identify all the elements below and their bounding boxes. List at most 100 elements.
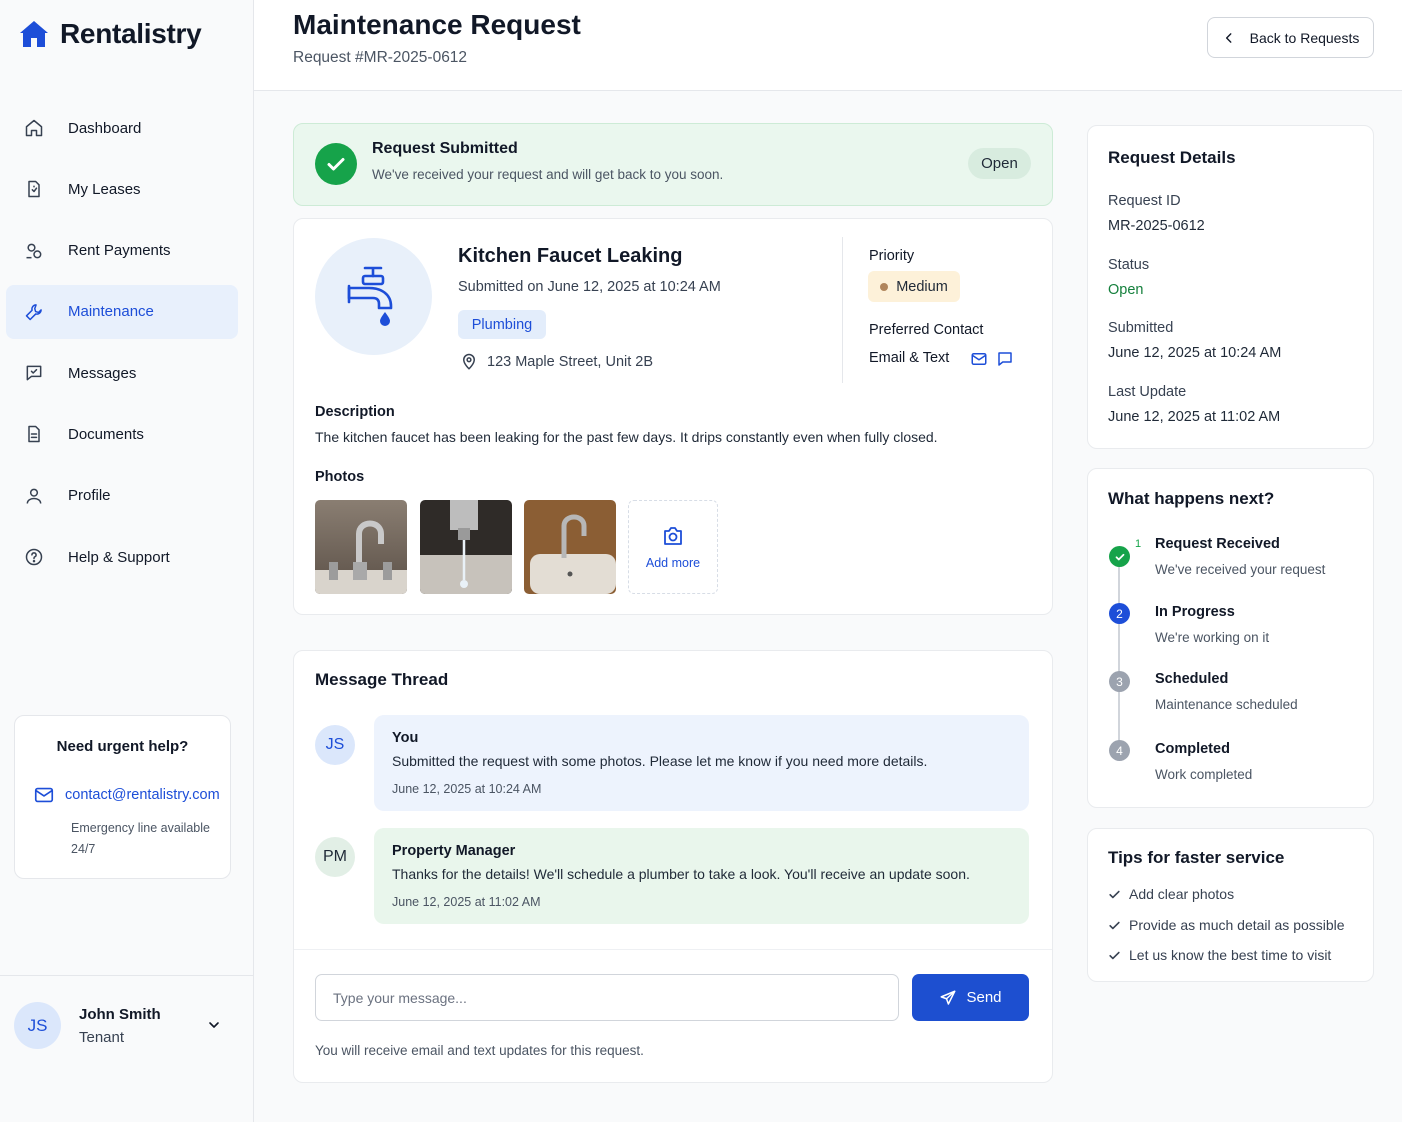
submitted-date: Submitted on June 12, 2025 at 10:24 AM (458, 279, 721, 295)
request-number: Request #MR-2025-0612 (293, 49, 468, 66)
step-title: Scheduled (1155, 671, 1229, 687)
faucet-icon (315, 238, 432, 355)
status-value: Open (1108, 282, 1144, 298)
lease-document-icon (28, 181, 40, 198)
address-row: 123 Maple Street, Unit 2B (460, 353, 653, 371)
photos-label: Photos (315, 469, 365, 485)
request-title: Kitchen Faucet Leaking (458, 245, 683, 267)
message-text: Thanks for the details! We'll schedule a… (392, 866, 970, 882)
message-input[interactable] (315, 974, 899, 1021)
detail-label: Request ID (1108, 193, 1181, 209)
camera-icon (664, 527, 682, 545)
tip-text: Add clear photos (1129, 886, 1235, 902)
help-email-row: contact@rentalistry.com (33, 784, 220, 806)
sidebar-item-label: Dashboard (68, 119, 142, 137)
add-more-photos-button[interactable]: Add more (628, 500, 718, 594)
tip-item: Let us know the best time to visit (1108, 947, 1331, 963)
step-number: 3 (1109, 671, 1130, 692)
sidebar-item-documents[interactable]: Documents (6, 407, 238, 461)
step-title: Completed (1155, 741, 1230, 757)
details-title: Request Details (1108, 148, 1236, 167)
sidebar-item-maintenance[interactable]: Maintenance (6, 284, 238, 339)
step-complete-check-icon (1109, 546, 1130, 567)
tip-item: Add clear photos (1108, 886, 1234, 902)
check-icon (1109, 890, 1120, 898)
sidebar-item-rent-payments[interactable]: Rent Payments (6, 224, 238, 278)
timeline-line (1118, 557, 1120, 753)
priority-label: Priority (869, 248, 915, 264)
contact-icons (970, 350, 1014, 368)
check-icon (1109, 951, 1120, 959)
document-icon (28, 426, 40, 443)
sidebar-item-dashboard[interactable]: Dashboard (6, 101, 238, 155)
payments-icon (26, 243, 42, 259)
brand-name: Rentalistry (60, 18, 202, 49)
priority-value: Medium (896, 278, 948, 295)
help-note: Emergency line available 24/7 (71, 821, 210, 856)
page-header: Maintenance Request Request #MR-2025-061… (254, 0, 1402, 91)
next-steps-card: What happens next? 1 Request Received We… (1087, 468, 1374, 808)
detail-value: June 12, 2025 at 10:24 AM (1108, 345, 1282, 361)
contact-value: Email & Text (869, 350, 950, 366)
sidebar-item-label: My Leases (68, 180, 141, 198)
sidebar-item-messages[interactable]: Messages (6, 346, 238, 400)
detail-value: MR-2025-0612 (1108, 218, 1205, 234)
sidebar-item-help-support[interactable]: Help & Support (6, 530, 238, 584)
step-title: In Progress (1155, 604, 1235, 620)
category-tag: Plumbing (458, 310, 546, 339)
chevron-down-icon[interactable] (206, 1017, 222, 1033)
avatar: JS (14, 1002, 61, 1049)
urgent-help-card: Need urgent help? contact@rentalistry.co… (14, 715, 231, 879)
help-email-link[interactable]: contact@rentalistry.com (65, 787, 220, 803)
brand[interactable]: Rentalistry (18, 18, 202, 50)
step-subtitle: Work completed (1155, 767, 1253, 782)
tips-card: Tips for faster service Add clear photos… (1087, 828, 1374, 982)
check-icon (1109, 921, 1120, 929)
sidebar-item-profile[interactable]: Profile (6, 469, 238, 523)
user-role: Tenant (79, 1029, 125, 1046)
detail-value: June 12, 2025 at 11:02 AM (1108, 409, 1281, 425)
tip-text: Let us know the best time to visit (1129, 947, 1332, 963)
page-title: Maintenance Request (293, 9, 581, 40)
help-circle-icon (25, 548, 43, 566)
photo-thumbnail[interactable] (315, 500, 407, 594)
back-to-requests-button[interactable]: Back to Requests (1207, 17, 1374, 58)
map-pin-icon (462, 353, 476, 370)
home-icon (25, 119, 43, 137)
sidebar: Rentalistry Dashboard My Leases Rent Pay… (0, 0, 254, 1122)
message-thread-card: Message Thread JS You Submitted the requ… (293, 650, 1053, 1083)
mail-icon (34, 787, 54, 803)
message-author: Property Manager (392, 843, 516, 859)
add-more-label: Add more (645, 556, 701, 570)
photo-thumbnail[interactable] (420, 500, 512, 594)
avatar: JS (315, 725, 355, 765)
contact-label: Preferred Contact (869, 322, 984, 338)
wrench-icon (25, 304, 42, 321)
message-text: Submitted the request with some photos. … (392, 753, 928, 769)
step-subtitle: We're working on it (1155, 630, 1270, 645)
step-number: 2 (1109, 603, 1130, 624)
sidebar-item-label: Messages (68, 364, 137, 382)
priority-badge: Medium (868, 271, 960, 302)
banner-text: We've received your request and will get… (372, 167, 724, 182)
tip-item: Provide as much detail as possible (1108, 917, 1345, 933)
user-menu[interactable]: JS John Smith Tenant (0, 975, 253, 1122)
address-text: 123 Maple Street, Unit 2B (487, 354, 654, 370)
request-card: Kitchen Faucet Leaking Submitted on June… (293, 218, 1053, 615)
sidebar-item-my-leases[interactable]: My Leases (6, 162, 238, 216)
user-name: John Smith (79, 1006, 161, 1023)
step-subtitle: We've received your request (1155, 562, 1326, 577)
step-number: 4 (1109, 740, 1130, 761)
banner-title: Request Submitted (372, 140, 518, 157)
priority-dot-icon (880, 282, 889, 291)
house-logo-icon (20, 21, 48, 47)
send-button[interactable]: Send (912, 974, 1029, 1021)
photo-thumbnail[interactable] (524, 500, 616, 594)
tips-title: Tips for faster service (1108, 848, 1285, 867)
sidebar-nav: Dashboard My Leases Rent Payments Mainte… (6, 101, 238, 591)
help-title: Need urgent help? (56, 738, 189, 755)
message-bubble: You Submitted the request with some phot… (374, 715, 1029, 811)
next-steps-title: What happens next? (1108, 489, 1275, 508)
sidebar-item-label: Profile (68, 487, 111, 505)
chat-bubble-icon (998, 352, 1012, 366)
